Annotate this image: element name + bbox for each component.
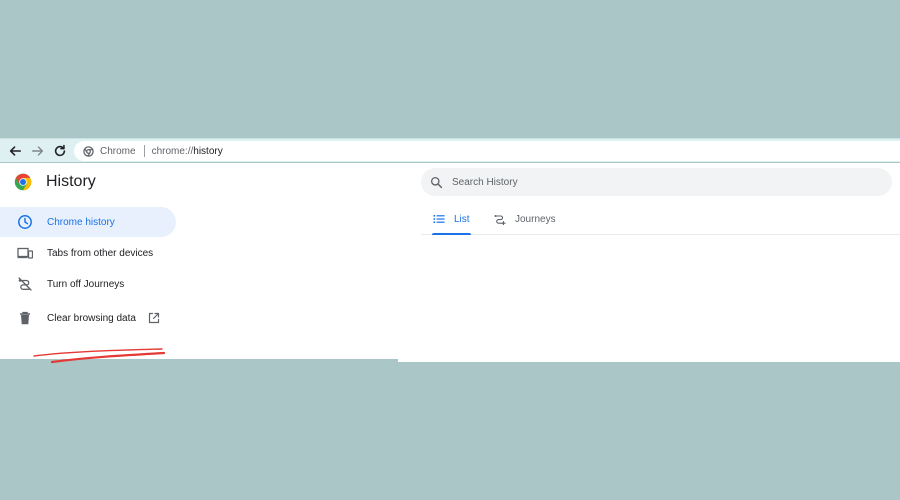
sidebar-item-tabs-from-other-devices[interactable]: Tabs from other devices — [0, 238, 176, 268]
omnibox-url-scheme: chrome:// — [151, 145, 194, 157]
reload-button[interactable] — [52, 143, 68, 159]
search-icon — [430, 176, 443, 188]
red-underline-annotation — [33, 348, 166, 364]
omnibox-separator — [143, 145, 145, 157]
omnibox-url: chrome://history — [152, 146, 223, 157]
sidebar-item-label: Chrome history — [47, 216, 115, 228]
forward-button[interactable] — [30, 143, 46, 159]
sidebar-item-label: Turn off Journeys — [47, 278, 125, 290]
devices-icon — [17, 245, 33, 261]
browser-window: Chrome chrome://history History Chrome h… — [0, 138, 900, 364]
journeys-icon — [494, 215, 506, 225]
sidebar-item-chrome-history[interactable]: Chrome history — [0, 207, 176, 237]
open-in-new-icon — [148, 312, 160, 324]
sidebar: Chrome history Tabs from other devices T… — [0, 207, 176, 334]
sidebar-item-label: Clear browsing data — [47, 312, 136, 324]
list-icon — [433, 215, 445, 223]
tab-label: Journeys — [515, 213, 556, 225]
journeys-off-icon — [17, 276, 33, 292]
address-bar[interactable]: Chrome chrome://history — [74, 141, 900, 161]
clock-icon — [17, 214, 33, 230]
page-header: History — [14, 173, 96, 191]
tab-journeys[interactable]: Journeys — [494, 203, 556, 235]
tab-label: List — [454, 213, 470, 225]
sidebar-item-clear-browsing-data[interactable]: Clear browsing data — [0, 303, 176, 333]
reload-icon — [54, 144, 66, 157]
sidebar-item-turn-off-journeys[interactable]: Turn off Journeys — [0, 269, 176, 299]
page-edge — [0, 359, 398, 362]
omnibox-site-label: Chrome — [100, 145, 136, 157]
search-input[interactable] — [452, 176, 852, 188]
active-tab-indicator — [432, 233, 471, 235]
arrow-right-icon — [32, 146, 44, 156]
history-page: History Chrome history Tabs from other d… — [0, 163, 900, 364]
chrome-site-icon — [82, 145, 94, 157]
sidebar-item-label: Tabs from other devices — [47, 247, 154, 259]
page-title: History — [46, 173, 96, 190]
browser-toolbar: Chrome chrome://history — [0, 138, 900, 162]
search-bar[interactable] — [421, 168, 892, 196]
trash-icon — [17, 310, 33, 326]
omnibox-url-path: history — [193, 145, 223, 157]
back-button[interactable] — [7, 143, 23, 159]
arrow-left-icon — [9, 146, 22, 156]
view-tabs: List Journeys — [421, 203, 900, 235]
chrome-logo-icon — [14, 173, 32, 191]
tab-list[interactable]: List — [433, 203, 470, 235]
